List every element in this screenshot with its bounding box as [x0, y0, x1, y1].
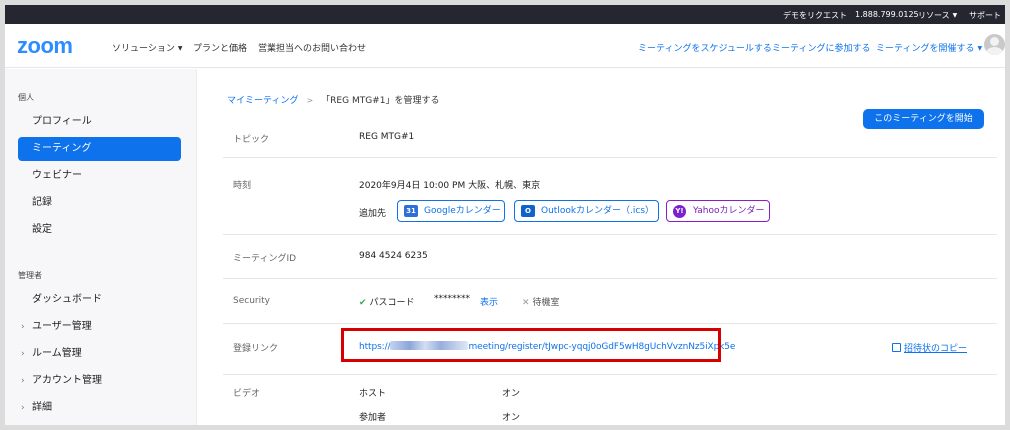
google-calendar-icon: 31	[404, 205, 418, 217]
sidebar-item-settings[interactable]: 設定	[18, 218, 181, 242]
add-to-label: 追加先	[359, 209, 387, 219]
show-passcode-link[interactable]: 表示	[480, 295, 498, 308]
sidebar-item-recordings[interactable]: 記録	[18, 191, 181, 215]
video-participant-label: 参加者	[359, 413, 387, 423]
divider	[223, 323, 997, 324]
security-label: Security	[233, 296, 270, 306]
sidebar-item-user-management[interactable]: › ユーザー管理	[18, 315, 181, 339]
yahoo-calendar-label: Yahooカレンダー	[693, 206, 765, 216]
outlook-calendar-button[interactable]: O Outlookカレンダー（.ics）	[514, 200, 659, 222]
highlight-box	[341, 328, 721, 362]
waiting-room-label: 待機室	[532, 298, 560, 308]
resources-menu[interactable]: リソース ▼	[918, 10, 957, 21]
avatar[interactable]	[984, 34, 1005, 55]
chevron-right-icon: ›	[21, 376, 25, 386]
breadcrumb-current: 「REG MTG#1」を管理する	[321, 96, 440, 106]
resources-label: リソース	[918, 11, 950, 20]
divider	[223, 157, 997, 158]
host-meeting-label: ミーティングを開催する	[876, 44, 975, 54]
video-host-label: ホスト	[359, 389, 387, 399]
passcode-mask: ********	[434, 294, 470, 304]
chevron-down-icon: ▼	[952, 12, 958, 19]
sidebar-header-personal: 個人	[18, 93, 34, 102]
start-meeting-button[interactable]: このミーティングを開始	[863, 109, 984, 129]
waiting-room-status: ✕ 待機室	[522, 295, 560, 308]
yahoo-icon: Y!	[673, 205, 686, 218]
join-meeting-link[interactable]: ミーティングに参加する	[772, 41, 870, 54]
sidebar-item-label: ユーザー管理	[32, 321, 92, 332]
nav-plans[interactable]: プランと価格	[193, 41, 247, 54]
passcode-label: パスコード	[369, 298, 415, 308]
topic-value: REG MTG#1	[359, 132, 415, 142]
outlook-calendar-label: Outlookカレンダー（.ics）	[541, 206, 655, 216]
divider	[223, 234, 997, 235]
sidebar-item-label: アカウント管理	[32, 375, 102, 386]
host-meeting-menu[interactable]: ミーティングを開催する ▼	[876, 41, 982, 54]
meeting-id-label: ミーティングID	[233, 254, 297, 264]
divider	[223, 278, 997, 279]
breadcrumb: マイミーティング > 「REG MTG#1」を管理する	[227, 93, 439, 106]
time-value: 2020年9月4日 10:00 PM 大阪、札幌、東京	[359, 181, 541, 191]
chevron-down-icon: ▼	[177, 45, 183, 52]
sidebar-item-label: ルーム管理	[32, 348, 82, 359]
breadcrumb-my-meetings[interactable]: マイミーティング	[227, 96, 298, 106]
browser-page: デモをリクエスト 1.888.799.0125 リソース ▼ サポート zoom …	[5, 5, 1005, 425]
video-participant-value: オン	[502, 413, 521, 423]
top-utility-bar: デモをリクエスト 1.888.799.0125 リソース ▼ サポート	[5, 5, 1005, 24]
copy-invitation-label: 招待状のコピー	[904, 344, 968, 354]
registration-link-label: 登録リンク	[233, 344, 279, 354]
support-link[interactable]: サポート	[969, 10, 1001, 21]
sidebar: 個人 プロフィール ミーティング ウェビナー 記録 設定 管理者 ダッシュボード…	[5, 69, 197, 425]
sidebar-item-meetings[interactable]: ミーティング	[18, 137, 181, 161]
nav-contact-sales[interactable]: 営業担当へのお問い合わせ	[258, 41, 366, 54]
sidebar-item-label: 詳細	[32, 402, 52, 413]
copy-icon	[892, 343, 901, 352]
yahoo-calendar-button[interactable]: Y! Yahooカレンダー	[666, 200, 770, 222]
check-icon: ✔	[359, 298, 367, 308]
passcode-status: ✔ パスコード	[359, 295, 415, 308]
nav-solutions-label: ソリューション	[112, 44, 175, 54]
main-header: zoom ソリューション ▼ プランと価格 営業担当へのお問い合わせ ミーティング…	[5, 24, 1005, 68]
sidebar-item-room-management[interactable]: › ルーム管理	[18, 342, 181, 366]
schedule-meeting-link[interactable]: ミーティングをスケジュールする	[638, 41, 772, 54]
meeting-id-value: 984 4524 6235	[359, 251, 428, 261]
divider	[223, 374, 997, 375]
sidebar-header-admin: 管理者	[18, 271, 42, 280]
google-calendar-button[interactable]: 31 Googleカレンダー	[397, 200, 505, 222]
nav-solutions[interactable]: ソリューション ▼	[112, 41, 182, 54]
topic-label: トピック	[233, 135, 270, 145]
time-label: 時刻	[233, 181, 252, 191]
close-icon: ✕	[522, 298, 530, 308]
video-host-value: オン	[502, 389, 521, 399]
phone-number[interactable]: 1.888.799.0125	[855, 10, 919, 19]
video-label: ビデオ	[233, 389, 261, 399]
chevron-right-icon: ›	[21, 322, 25, 332]
sidebar-item-dashboard[interactable]: ダッシュボード	[18, 288, 181, 312]
chevron-right-icon: ›	[21, 349, 25, 359]
breadcrumb-separator: >	[306, 96, 314, 105]
sidebar-item-advanced[interactable]: › 詳細	[18, 396, 181, 420]
chevron-right-icon: ›	[21, 403, 25, 413]
sidebar-item-webinars[interactable]: ウェビナー	[18, 164, 181, 188]
google-calendar-label: Googleカレンダー	[424, 206, 501, 216]
request-demo-link[interactable]: デモをリクエスト	[783, 10, 847, 21]
zoom-logo[interactable]: zoom	[17, 33, 73, 59]
sidebar-item-account-management[interactable]: › アカウント管理	[18, 369, 181, 393]
chevron-down-icon: ▼	[977, 45, 983, 52]
outlook-icon: O	[521, 205, 535, 217]
copy-invitation-link[interactable]: 招待状のコピー	[892, 341, 967, 354]
sidebar-item-profile[interactable]: プロフィール	[18, 110, 181, 134]
